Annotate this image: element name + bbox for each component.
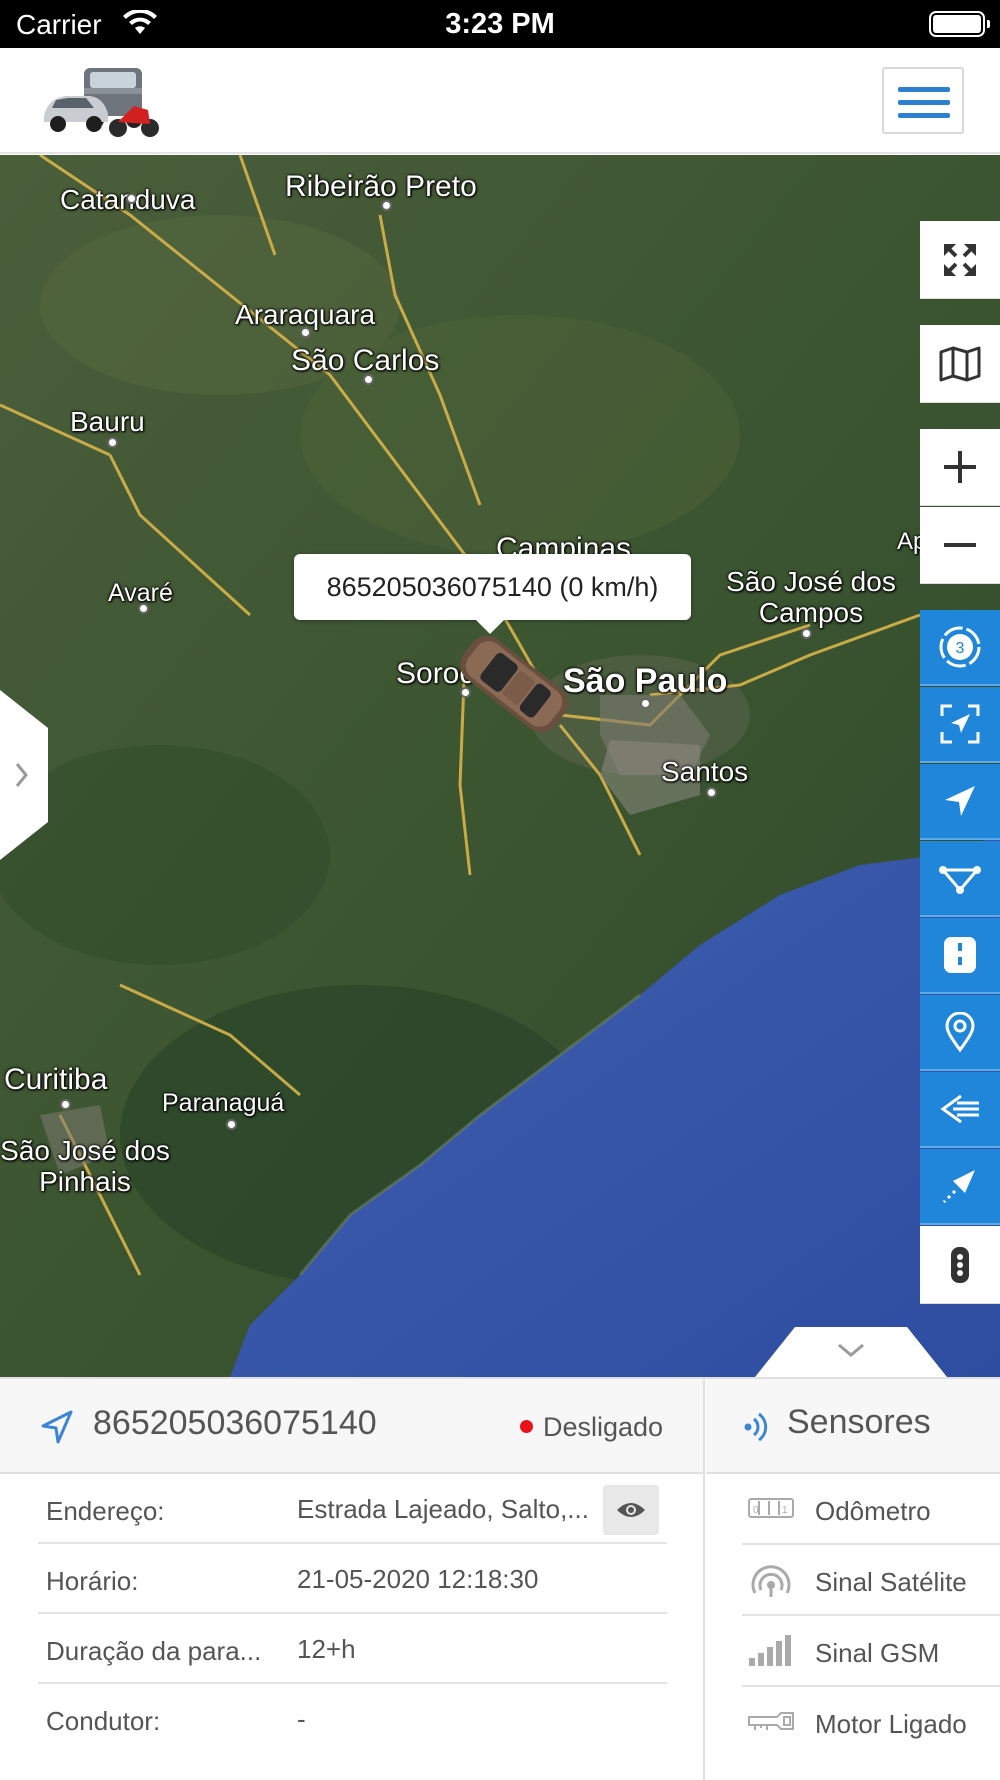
map-label-sao-jose-dos-pinhais: São José dos Pinhais (0, 1135, 170, 1197)
map-label-sao-paulo: São Paulo (563, 662, 728, 700)
fit-bounds-icon[interactable] (920, 687, 1000, 763)
device-details: 865205036075140 Desligado Endereço: Estr… (0, 1379, 705, 1780)
device-id: 865205036075140 (93, 1404, 377, 1442)
road-icon[interactable] (920, 918, 1000, 994)
battery-icon (929, 11, 990, 37)
map-dot-sorocaba (460, 687, 471, 698)
details-list: Endereço: Estrada Lajeado, Salto,... Hor… (38, 1474, 667, 1754)
vehicle-popup[interactable]: 865205036075140 (0 km/h) (294, 554, 691, 634)
gsm-signal-icon (747, 1632, 795, 1668)
zoom-in-icon[interactable] (920, 429, 1000, 506)
collapse-panel-tab[interactable] (755, 1327, 947, 1377)
navigation-icon[interactable] (920, 764, 1000, 840)
eye-icon (617, 1503, 645, 1517)
map-dot-sao-paulo (640, 698, 651, 709)
map-label-sao-jose-dos-campos: São José dos Campos (726, 566, 896, 628)
map-dot-avare (138, 603, 149, 614)
svg-text:0: 0 (753, 1505, 759, 1516)
sensor-label: Sinal Satélite (815, 1567, 967, 1597)
status-text: Desligado (543, 1412, 664, 1442)
more-icon[interactable] (920, 1226, 1000, 1304)
sensors-header: Sensores (706, 1379, 1000, 1474)
svg-text:1: 1 (782, 1505, 788, 1516)
detail-label: Condutor: (46, 1706, 161, 1736)
map-dot-araraquara (300, 327, 311, 338)
sensors-panel: Sensores 01 Odômetro Sinal Satélite Sina… (706, 1379, 1000, 1780)
history-icon[interactable] (920, 1072, 1000, 1148)
map-label-curitiba: Curitiba (4, 1063, 108, 1096)
detail-row-stop-duration: Duração da para... 12+h (38, 1614, 667, 1684)
map-dot-paranagua (226, 1119, 237, 1130)
clock: 3:23 PM (445, 8, 555, 40)
vehicles-logo[interactable] (38, 58, 168, 142)
detail-label: Horário: (46, 1566, 139, 1596)
clusters-count: 3 (956, 640, 965, 657)
map-label-ribeirao-preto: Ribeirão Preto (285, 170, 477, 203)
sensors-title: Sensores (787, 1403, 931, 1441)
detail-value: 21-05-2020 12:18:30 (297, 1564, 539, 1594)
sensor-row-odometer: 01 Odômetro (742, 1474, 1000, 1545)
device-header: 865205036075140 Desligado (0, 1379, 703, 1474)
map-label-paranagua: Paranaguá (162, 1089, 285, 1117)
detail-row-driver: Condutor: - (38, 1684, 667, 1754)
show-address-button[interactable] (603, 1485, 659, 1535)
sensor-row-engine: Motor Ligado (742, 1687, 1000, 1758)
detail-label: Endereço: (46, 1496, 165, 1526)
send-command-icon[interactable] (920, 1149, 1000, 1225)
hamburger-menu-icon[interactable] (882, 67, 964, 134)
status-badge: Desligado (520, 1412, 663, 1443)
device-info-panel: 865205036075140 Desligado Endereço: Estr… (0, 1377, 1000, 1780)
map-label-santos: Santos (661, 756, 749, 787)
app-header (0, 48, 1000, 154)
odometer-icon: 01 (747, 1490, 795, 1526)
map-dot-bauru (107, 437, 118, 448)
detail-row-address: Endereço: Estrada Lajeado, Salto,... (38, 1474, 667, 1544)
map-dot-sao-carlos (363, 374, 374, 385)
map-dot-sao-jose-dos-campos (801, 628, 812, 639)
status-bar: Carrier 3:23 PM (0, 0, 1000, 48)
sensors-list: 01 Odômetro Sinal Satélite Sinal GSM Mot… (742, 1474, 1000, 1758)
map-dot-ribeirao-preto (381, 200, 392, 211)
sensor-label: Sinal GSM (815, 1638, 940, 1668)
map-dot-curitiba (60, 1099, 71, 1110)
sensor-label: Odômetro (815, 1496, 931, 1526)
fullscreen-icon[interactable] (920, 221, 1000, 299)
map-layers-icon[interactable] (920, 325, 1000, 403)
detail-value: Estrada Lajeado, Salto,... (297, 1494, 589, 1524)
map-label-sao-carlos: São Carlos (291, 344, 440, 377)
detail-value: - (297, 1704, 306, 1734)
clusters-icon[interactable]: 3 (920, 610, 1000, 686)
route-icon[interactable] (920, 841, 1000, 917)
sensor-row-satellite: Sinal Satélite (742, 1545, 1000, 1616)
sensor-label: Motor Ligado (815, 1709, 967, 1739)
sensor-row-gsm: Sinal GSM (742, 1616, 1000, 1687)
sensors-icon (740, 1409, 770, 1450)
navigation-arrow-icon (40, 1409, 74, 1450)
engine-key-icon (747, 1703, 795, 1739)
map-dot-santos (706, 787, 717, 798)
status-dot-icon (520, 1420, 533, 1433)
zoom-out-icon[interactable] (920, 507, 1000, 584)
detail-row-time: Horário: 21-05-2020 12:18:30 (38, 1544, 667, 1614)
satellite-signal-icon (747, 1561, 795, 1597)
poi-marker-icon[interactable] (920, 995, 1000, 1071)
detail-label: Duração da para... (46, 1636, 262, 1666)
map-dot-catanduva (126, 193, 137, 204)
side-panel-toggle[interactable] (0, 690, 48, 860)
map-label-bauru: Bauru (70, 406, 145, 437)
map-view[interactable]: Catanduva Ribeirão Preto Araraquara São … (0, 155, 1000, 1377)
detail-value: 12+h (297, 1634, 356, 1664)
